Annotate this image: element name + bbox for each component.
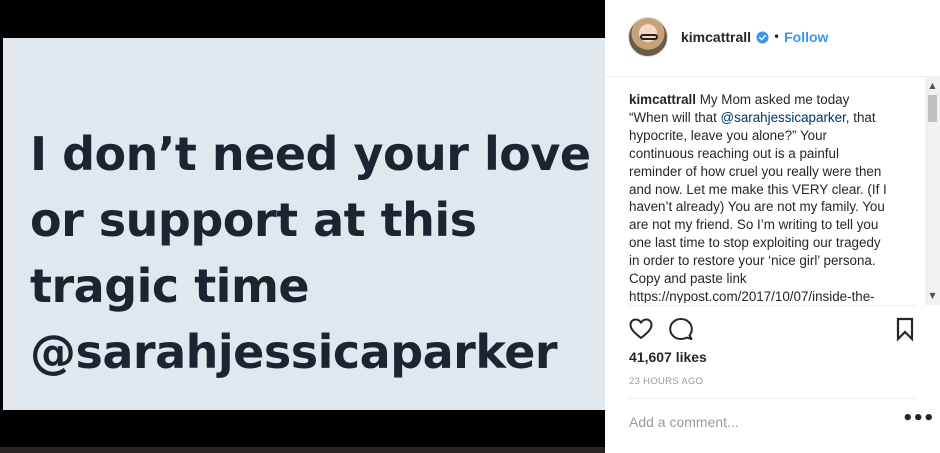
profile-avatar[interactable] — [628, 17, 668, 57]
comment-icon[interactable] — [668, 316, 694, 342]
image-text-line: or support at this — [30, 193, 477, 247]
caption-text: “When will that — [629, 109, 721, 125]
post-header: kimcattrall • Follow — [605, 0, 940, 77]
caption-line: “When will that @sarahjessicaparker, tha… — [629, 109, 915, 127]
caption-line: in order to restore your ‘nice girl’ per… — [629, 253, 876, 269]
post-side-panel: kimcattrall • Follow kimcattrall My Mom … — [605, 0, 940, 453]
image-text-line: I don’t need your love — [30, 127, 591, 181]
post-media: I don’t need your love or support at thi… — [0, 0, 605, 453]
likes-count[interactable]: 41,607 likes — [629, 349, 707, 365]
follow-button[interactable]: Follow — [784, 29, 828, 45]
scroll-down-arrow-icon[interactable]: ▼ — [925, 289, 940, 303]
post-image[interactable]: I don’t need your love or support at thi… — [3, 38, 605, 410]
caption-line: kimcattrall My Mom asked me today — [629, 91, 915, 109]
comment-divider — [629, 398, 916, 399]
caption-link-line[interactable]: https://nypost.com/2017/10/07/inside-the… — [629, 288, 915, 303]
heart-icon[interactable] — [628, 316, 654, 342]
caption-container: kimcattrall My Mom asked me today “When … — [629, 91, 915, 303]
image-quote-text: I don’t need your love or support at thi… — [30, 121, 591, 385]
caption-line: Copy and paste link — [629, 271, 747, 287]
verified-badge-icon — [756, 30, 769, 44]
caption-line: are not my friend. So I’m writing to tel… — [629, 217, 879, 233]
header-username-link[interactable]: kimcattrall — [681, 29, 751, 45]
caption-text: My Mom asked me today — [699, 92, 850, 107]
caption-line: hypocrite, leave you alone?” Your — [629, 127, 828, 143]
caption-scrollbar[interactable]: ▲ ▼ — [925, 77, 940, 305]
header-separator: • — [773, 30, 781, 44]
caption-username-link[interactable]: kimcattrall — [629, 92, 696, 107]
bookmark-icon[interactable] — [892, 316, 918, 342]
caption-text: , that — [845, 109, 876, 125]
caption-line: reminder of how cruel you really were th… — [629, 163, 882, 179]
add-comment-input[interactable] — [629, 412, 889, 432]
image-text-line: tragic time — [30, 259, 310, 313]
caption-line: haven’t already) You are not my family. … — [629, 199, 885, 215]
caption-line: continuous reaching out is a painful — [629, 145, 839, 161]
scroll-thumb[interactable] — [928, 95, 937, 122]
instagram-post-view: I don’t need your love or support at thi… — [0, 0, 940, 453]
caption-line: one last time to stop exploiting our tra… — [629, 235, 881, 251]
mention-link[interactable]: @sarahjessicaparker — [721, 110, 846, 125]
scroll-up-arrow-icon[interactable]: ▲ — [925, 79, 940, 93]
post-timestamp[interactable]: 23 HOURS AGO — [629, 376, 703, 387]
more-options-icon[interactable]: ••• — [902, 410, 935, 430]
caption-line: and now. Let me make this VERY clear. (I… — [629, 181, 887, 197]
actions-divider — [629, 305, 916, 306]
media-bottom-strip — [0, 447, 605, 453]
image-text-line: @sarahjessicaparker — [30, 325, 558, 379]
header-user-row: kimcattrall • Follow — [681, 29, 828, 45]
